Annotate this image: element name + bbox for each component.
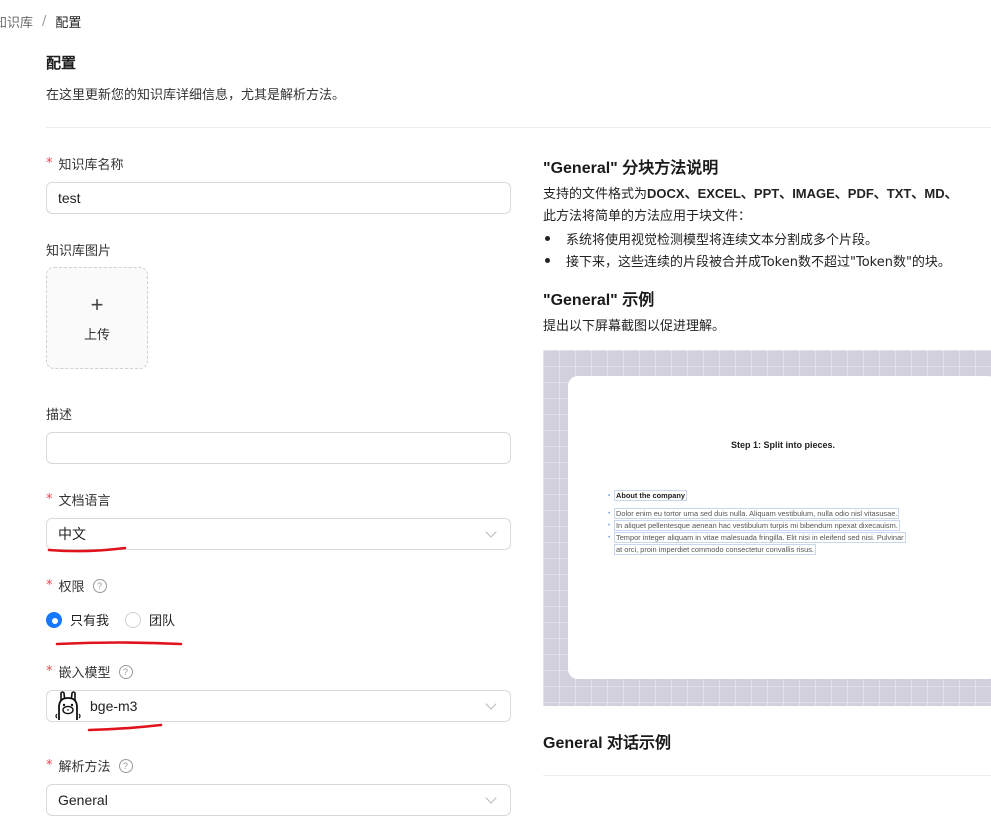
required-mark: * — [46, 578, 53, 593]
parser-label-text: 解析方法 — [58, 760, 111, 775]
embedding-label-text: 嵌入模型 — [58, 666, 111, 681]
question-circle-icon[interactable]: ? — [118, 664, 133, 679]
name-input[interactable]: test — [46, 182, 511, 214]
dialog-example-title: General 对话示例 — [543, 735, 672, 752]
chevron-down-icon — [485, 698, 497, 710]
chevron-down-icon — [485, 792, 497, 804]
description-input[interactable] — [46, 432, 511, 464]
breadcrumb-current: 配置 — [55, 16, 82, 31]
question-circle-icon[interactable]: ? — [92, 578, 107, 593]
name-label: * 知识库名称 — [46, 154, 124, 173]
image-upload-button[interactable]: + 上传 — [46, 267, 148, 369]
example-image: Step 1: Split into pieces. • About the co… — [543, 350, 991, 706]
radio-unchecked-icon — [125, 611, 142, 628]
permission-label: * 权限 ? — [46, 576, 107, 595]
breadcrumb-knowledge-base-link[interactable]: 知识库 — [0, 12, 33, 31]
required-mark: * — [46, 492, 53, 507]
breadcrumb: 知识库 / 配置 — [0, 12, 81, 31]
language-label-text: 文档语言 — [58, 494, 111, 509]
example-desc: 提出以下屏幕截图以促进理解。 — [543, 319, 726, 334]
method-bullets: 系统将使用视觉检测模型将连续文本分割成多个片段。 接下来，这些连续的片段被合并成… — [543, 227, 951, 271]
parser-select-value: General — [58, 792, 108, 808]
method-title: "General" 分块方法说明 — [543, 160, 719, 177]
image-label-text: 知识库图片 — [46, 244, 112, 259]
right-divider — [543, 775, 991, 776]
example-chunk-line: • Dolor enim eu tortor urna sed duis null… — [608, 508, 900, 519]
radio-checked-icon — [46, 611, 62, 628]
radio-only-me[interactable]: 只有我 — [46, 610, 109, 629]
required-mark: * — [46, 156, 53, 171]
description-label: 描述 — [46, 404, 72, 423]
parser-select[interactable]: General — [46, 784, 511, 816]
llama-icon — [55, 691, 81, 720]
radio-team-label: 团队 — [149, 614, 176, 629]
question-circle-icon[interactable]: ? — [118, 758, 133, 773]
formats-prefix: 支持的文件格式为 — [543, 187, 648, 202]
embedding-select[interactable]: bge-m3 — [46, 690, 511, 722]
formats-text: 支持的文件格式为DOCX、EXCEL、PPT、IMAGE、PDF、TXT、MD、 — [543, 183, 958, 202]
required-mark: * — [46, 664, 53, 679]
permission-label-text: 权限 — [58, 580, 85, 595]
example-title: "General" 示例 — [543, 292, 655, 309]
parser-label: * 解析方法 ? — [46, 756, 133, 775]
name-input-value: test — [58, 190, 81, 206]
example-chunks: • About the company • Dolor enim eu tortor… — [608, 490, 968, 556]
example-step-title: Step 1: Split into pieces. — [730, 440, 836, 450]
header-divider — [46, 127, 991, 128]
language-select[interactable]: 中文 — [46, 518, 511, 550]
required-mark: * — [46, 758, 53, 773]
list-item: 接下来，这些连续的片段被合并成Token数不超过"Token数"的块。 — [543, 249, 951, 271]
embedding-select-content: bge-m3 — [54, 690, 137, 722]
upload-label: 上传 — [83, 327, 110, 343]
name-label-text: 知识库名称 — [58, 158, 124, 173]
plus-icon: + — [90, 291, 104, 317]
bullet-text: 接下来，这些连续的片段被合并成Token数不超过"Token数"的块。 — [566, 254, 951, 270]
language-label: * 文档语言 — [46, 490, 111, 509]
language-select-value: 中文 — [58, 526, 86, 542]
bullet-text: 系统将使用视觉检测模型将连续文本分割成多个片段。 — [566, 232, 879, 248]
example-card: Step 1: Split into pieces. • About the co… — [568, 376, 991, 679]
radio-team[interactable]: 团队 — [125, 610, 175, 629]
red-underline-annotation — [87, 723, 163, 732]
page-title: 配置 — [46, 54, 77, 72]
breadcrumb-separator: / — [42, 14, 47, 29]
formats-list: DOCX、EXCEL、PPT、IMAGE、PDF、TXT、MD、 — [647, 186, 958, 201]
embedding-label: * 嵌入模型 ? — [46, 662, 133, 681]
permission-radio-group: 只有我 团队 — [46, 610, 175, 629]
list-item: 系统将使用视觉检测模型将连续文本分割成多个片段。 — [543, 227, 951, 249]
bullet-icon — [545, 257, 550, 263]
page-subtitle: 在这里更新您的知识库详细信息，尤其是解析方法。 — [46, 88, 346, 103]
description-label-text: 描述 — [46, 408, 73, 423]
image-label: 知识库图片 — [46, 240, 111, 259]
chevron-down-icon — [485, 526, 497, 538]
example-chunk-line: at orci, proin imperdiet commodo consect… — [614, 544, 816, 555]
red-underline-annotation — [55, 641, 183, 646]
embedding-select-value: bge-m3 — [90, 698, 138, 714]
example-chunk-line: • Tempor integer aliquam in vitae malesua… — [608, 532, 906, 543]
radio-only-me-label: 只有我 — [70, 614, 110, 629]
bullet-icon — [545, 235, 550, 241]
example-chunk-heading: • About the company — [608, 490, 687, 501]
method-desc: 此方法将简单的方法应用于块文件： — [543, 209, 752, 224]
example-chunk-line: • In aliquet pellentesque aenean hac vest… — [608, 520, 900, 531]
